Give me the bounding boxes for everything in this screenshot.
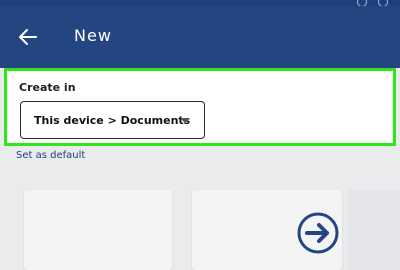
arrow-left-icon bbox=[19, 29, 37, 45]
back-button[interactable] bbox=[12, 21, 44, 53]
arrow-right-circle-icon[interactable] bbox=[295, 210, 341, 256]
location-dropdown[interactable]: This device > Documents bbox=[20, 101, 205, 139]
location-value: This device > Documents bbox=[34, 114, 191, 127]
app-bar: New bbox=[0, 6, 400, 68]
set-as-default-link[interactable]: Set as default bbox=[16, 150, 85, 161]
create-in-label: Create in bbox=[19, 81, 76, 94]
template-tile-blank[interactable] bbox=[24, 190, 172, 270]
caret-down-icon bbox=[180, 118, 190, 123]
page-title: New bbox=[74, 26, 112, 45]
next-page-edge bbox=[348, 190, 400, 270]
create-in-panel: Create in This device > Documents bbox=[4, 68, 396, 146]
template-tile-next[interactable] bbox=[192, 190, 342, 270]
